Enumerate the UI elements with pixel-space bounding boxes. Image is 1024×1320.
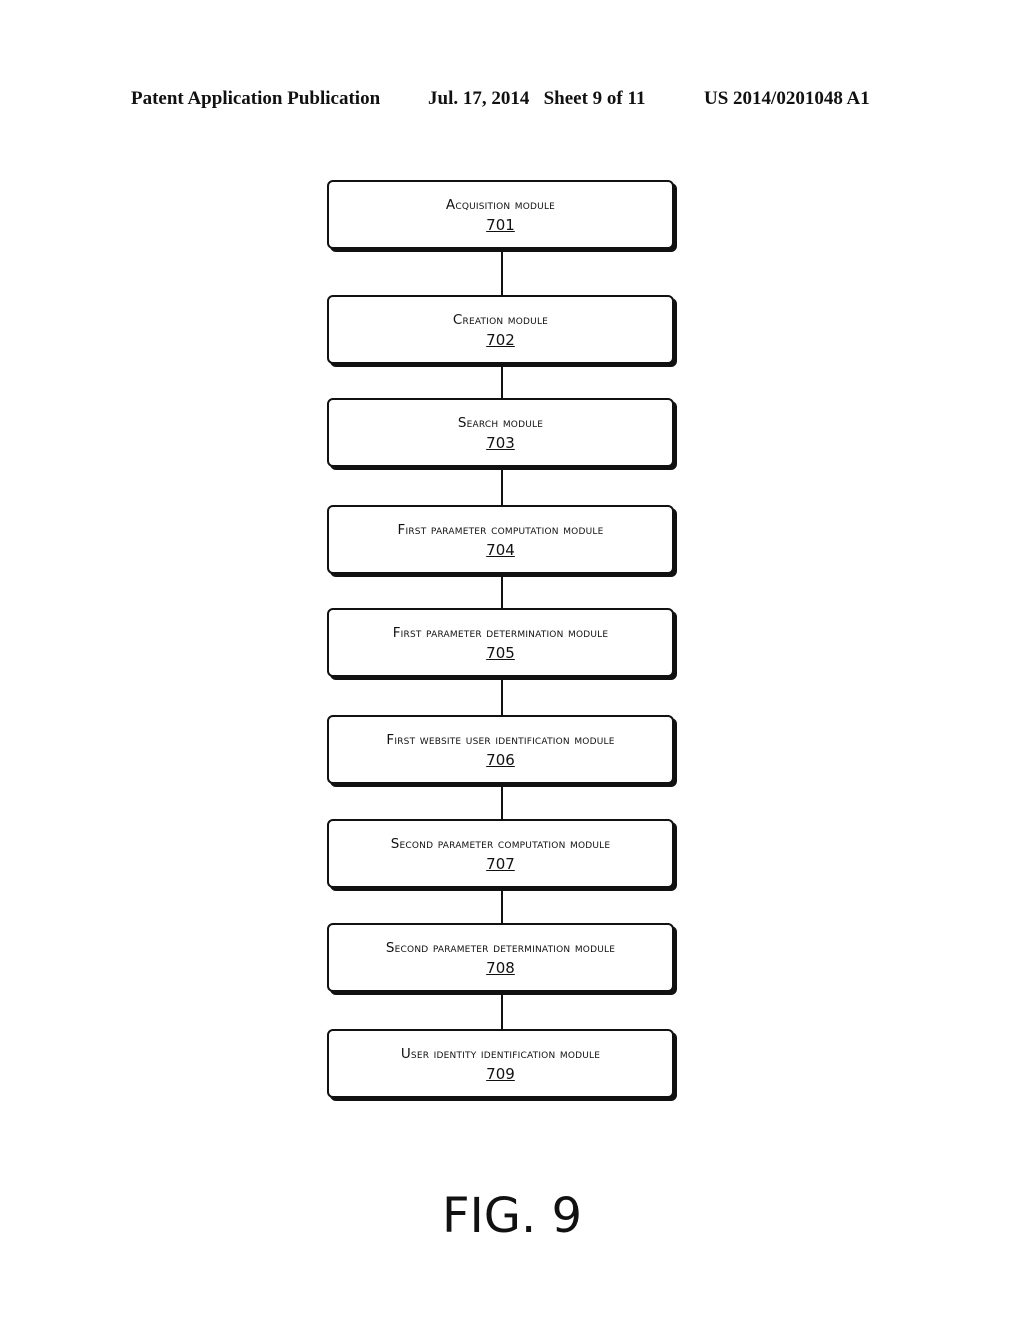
module-label: Search module bbox=[457, 415, 544, 431]
module-label: First parameter computation module bbox=[397, 522, 604, 538]
module-box-708: Second parameter determination module 70… bbox=[327, 923, 674, 992]
module-ref: 706 bbox=[486, 751, 515, 769]
connector bbox=[501, 994, 503, 1029]
module-label: First parameter determination module bbox=[392, 625, 609, 641]
module-box-702: Creation module 702 bbox=[327, 295, 674, 364]
connector bbox=[501, 469, 503, 505]
module-label: Creation module bbox=[452, 312, 549, 328]
module-box-701: Acquisition module 701 bbox=[327, 180, 674, 249]
figure-label: FIG. 9 bbox=[441, 1188, 582, 1244]
module-box-704: First parameter computation module 704 bbox=[327, 505, 674, 574]
module-label: Second parameter determination module bbox=[385, 940, 616, 956]
module-ref: 705 bbox=[486, 644, 515, 662]
connector bbox=[501, 679, 503, 715]
module-ref: 704 bbox=[486, 541, 515, 559]
module-ref: 709 bbox=[486, 1065, 515, 1083]
connector bbox=[501, 786, 503, 819]
connector bbox=[501, 890, 503, 923]
module-box-706: First website user identification module… bbox=[327, 715, 674, 784]
connector bbox=[501, 366, 503, 398]
module-box-705: First parameter determination module 705 bbox=[327, 608, 674, 677]
module-label: User identity identification module bbox=[400, 1046, 601, 1062]
module-box-709: User identity identification module 709 bbox=[327, 1029, 674, 1098]
module-box-703: Search module 703 bbox=[327, 398, 674, 467]
header-publication: Patent Application Publication bbox=[131, 88, 381, 109]
module-box-707: Second parameter computation module 707 bbox=[327, 819, 674, 888]
module-ref: 707 bbox=[486, 855, 515, 873]
header-date-sheet: Jul. 17, 2014 Sheet 9 of 11 bbox=[428, 88, 646, 109]
module-label: First website user identification module bbox=[386, 732, 615, 748]
module-ref: 708 bbox=[486, 959, 515, 977]
module-label: Second parameter computation module bbox=[390, 836, 611, 852]
connector bbox=[501, 576, 503, 608]
module-label: Acquisition module bbox=[445, 197, 556, 213]
connector bbox=[501, 251, 503, 295]
module-ref: 702 bbox=[486, 331, 515, 349]
module-ref: 703 bbox=[486, 434, 515, 452]
module-ref: 701 bbox=[486, 216, 515, 234]
header-patent-number: US 2014/0201048 A1 bbox=[704, 88, 870, 109]
